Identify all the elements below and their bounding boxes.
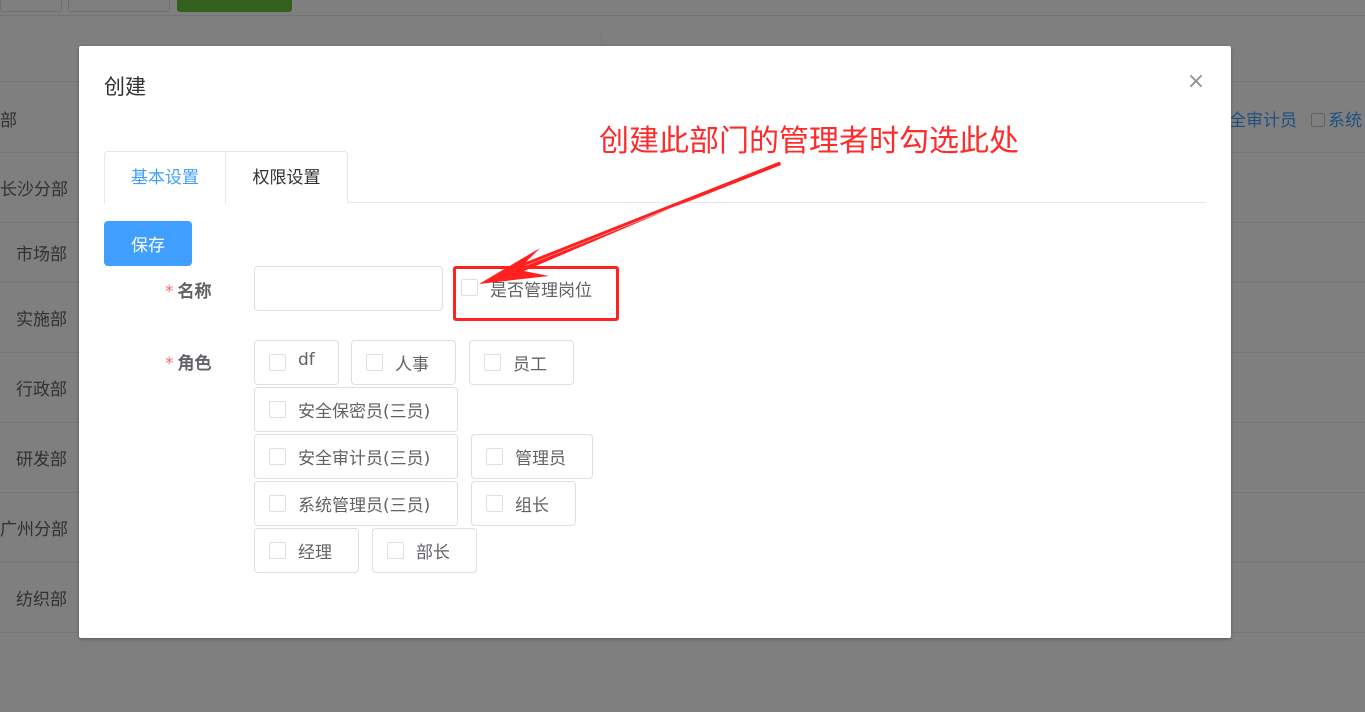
role-label-text: 人事 — [395, 355, 429, 375]
role-label-text: 系统管理员(三员) — [298, 496, 431, 516]
checkbox-icon[interactable] — [484, 354, 501, 371]
role-label-text: 安全审计员(三员) — [298, 449, 431, 469]
checkbox-icon[interactable] — [387, 542, 404, 559]
role-label-text: 部长 — [416, 543, 450, 563]
role-checkbox-team-leader[interactable]: 组长 — [471, 481, 576, 526]
role-checkbox-department-head[interactable]: 部长 — [372, 528, 477, 573]
tab-permission-settings[interactable]: 权限设置 — [225, 151, 348, 203]
checkbox-icon[interactable] — [269, 495, 286, 512]
role-label-text: 员工 — [513, 355, 547, 375]
checkbox-icon[interactable] — [269, 542, 286, 559]
dialog-title: 创建 — [104, 75, 146, 99]
required-mark: * — [165, 282, 174, 302]
role-checkbox-df[interactable]: df — [254, 340, 339, 385]
annotation-text: 创建此部门的管理者时勾选此处 — [599, 124, 1019, 159]
role-label-text: df — [298, 350, 315, 370]
role-checkbox-employee[interactable]: 员工 — [469, 340, 574, 385]
role-checkbox-hr[interactable]: 人事 — [351, 340, 456, 385]
annotation-highlight-box — [453, 266, 619, 321]
role-label: * 角色 — [165, 354, 212, 374]
role-label-text: 安全保密员(三员) — [298, 402, 431, 422]
role-label-text: 经理 — [298, 543, 332, 563]
checkbox-icon[interactable] — [269, 401, 286, 418]
checkbox-icon[interactable] — [269, 354, 286, 371]
close-icon[interactable]: × — [1184, 70, 1208, 94]
save-button[interactable]: 保存 — [104, 221, 192, 266]
checkbox-icon[interactable] — [269, 448, 286, 465]
checkbox-icon[interactable] — [486, 448, 503, 465]
tab-basic-settings[interactable]: 基本设置 — [104, 151, 226, 204]
role-label-text: 组长 — [515, 496, 549, 516]
role-label-text: 管理员 — [515, 449, 566, 469]
role-checkbox-manager[interactable]: 经理 — [254, 528, 359, 573]
checkbox-icon[interactable] — [366, 354, 383, 371]
checkbox-icon[interactable] — [486, 495, 503, 512]
required-mark: * — [165, 354, 174, 374]
role-checkbox-security-officer[interactable]: 安全保密员(三员) — [254, 387, 458, 432]
role-checkbox-system-admin[interactable]: 系统管理员(三员) — [254, 481, 458, 526]
role-checkbox-security-auditor[interactable]: 安全审计员(三员) — [254, 434, 458, 479]
name-label: * 名称 — [165, 282, 212, 302]
role-checkbox-admin[interactable]: 管理员 — [471, 434, 593, 479]
name-input[interactable] — [254, 266, 443, 311]
